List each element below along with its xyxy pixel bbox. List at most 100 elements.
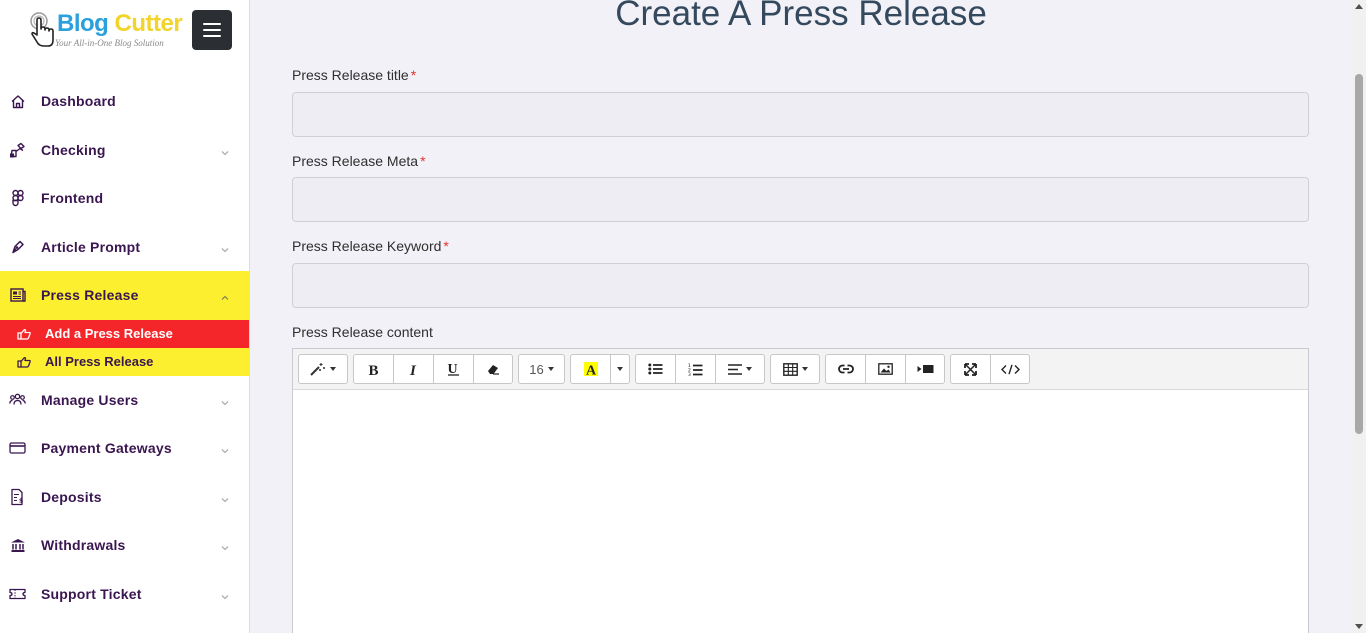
sidebar-subitem-all-press-release[interactable]: All Press Release [0,348,249,376]
sidebar-item-deposits[interactable]: $ Deposits [0,473,249,522]
users-icon [9,391,26,408]
video-icon [917,365,933,373]
sidebar-item-manage-users[interactable]: Manage Users [0,376,249,425]
press-release-keyword-input[interactable] [292,263,1309,308]
sidebar-item-label: Payment Gateways [41,440,172,457]
ticket-icon [9,585,26,602]
sidebar-item-dashboard[interactable]: Dashboard [0,77,249,126]
text-color-dropdown[interactable] [610,354,630,384]
brand-logo[interactable]: Blog Cutter Your All-in-One Blog Solutio… [28,9,188,53]
scroll-up-arrow-icon[interactable] [1355,4,1363,9]
fullscreen-button[interactable] [950,354,991,384]
hamburger-bar [203,23,221,25]
clear-format-button[interactable] [473,354,513,384]
logo-area: Blog Cutter Your All-in-One Blog Solutio… [0,0,249,66]
font-size-dropdown[interactable]: 16 [518,354,565,384]
italic-icon: I [409,363,417,376]
rich-text-editor: B I U 16 A 1 2 3 [292,348,1309,633]
sidebar-subitem-add-press-release[interactable]: Add a Press Release [0,319,249,348]
sidebar-item-label: Article Prompt [41,238,141,255]
keyword-field-label: Press Release Keyword * [292,238,449,254]
svg-text:$: $ [19,497,23,504]
required-mark: * [410,67,417,83]
bold-button[interactable]: B [353,354,394,384]
sidebar-item-withdrawals[interactable]: Withdrawals [0,521,249,570]
svg-text:I: I [409,363,417,376]
ordered-list-button[interactable]: 123 [675,354,716,384]
home-icon [9,93,26,110]
sidebar-item-label: Press Release [41,287,139,304]
hamburger-menu-button[interactable] [192,10,232,50]
caret-icon [801,367,808,371]
sidebar-item-label: Withdrawals [41,537,126,554]
magic-wand-icon [310,363,325,376]
expand-icon [964,362,977,376]
font-color-icon: A [583,362,598,378]
press-release-meta-input[interactable] [292,177,1309,222]
insert-link-button[interactable] [825,354,866,384]
chevron-down-icon [221,594,229,600]
chevron-down-icon [221,150,229,156]
insert-video-button[interactable] [905,354,945,384]
figma-icon [9,190,26,207]
sidebar-item-press-release[interactable]: Press Release [0,271,249,320]
scroll-down-arrow-icon[interactable] [1355,624,1363,629]
caret-icon [746,367,752,371]
link-icon [837,364,854,374]
sidebar-item-label: Deposits [41,488,102,505]
underline-button[interactable]: U [433,354,474,384]
pointing-hand-icon [17,356,31,368]
sidebar-item-label: Manage Users [41,391,139,408]
sidebar-item-frontend[interactable]: Frontend [0,174,249,223]
sidebar-item-support-ticket[interactable]: Support Ticket [0,570,249,619]
font-size-value: 16 [529,361,544,377]
style-dropdown-button[interactable] [298,354,348,384]
svg-text:A: A [586,364,597,378]
title-field-label: Press Release title * [292,67,417,83]
bullet-list-icon [648,363,663,375]
table-icon [782,362,798,376]
align-left-icon [728,363,742,375]
chevron-down-icon [221,497,229,503]
caret-icon [617,367,623,371]
italic-button[interactable]: I [393,354,434,384]
brand-tagline: Your All-in-One Blog Solution [55,38,164,48]
hamburger-bar [203,29,221,31]
text-color-button[interactable]: A [570,354,611,384]
numbered-list-icon: 123 [688,363,703,376]
editor-content-area[interactable] [293,390,1308,633]
page-title: Create A Press Release [615,0,987,33]
table-dropdown-button[interactable] [770,354,820,384]
chevron-down-icon [221,247,229,253]
sidebar: Blog Cutter Your All-in-One Blog Solutio… [0,0,250,633]
svg-text:U: U [448,362,458,376]
content-field-label: Press Release content [292,324,433,340]
invoice-icon: $ [9,488,26,505]
credit-card-icon [9,440,26,457]
drag-hand-icon [9,141,26,158]
paragraph-align-dropdown[interactable] [715,354,765,384]
sidebar-item-label: Frontend [41,190,104,207]
sidebar-item-article-prompt[interactable]: Article Prompt [0,223,249,272]
sidebar-nav: Dashboard Checking Frontend Article Prom… [0,77,249,618]
page-scrollbar[interactable] [1352,0,1366,633]
unordered-list-button[interactable] [635,354,676,384]
hamburger-bar [203,35,221,37]
sidebar-item-label: Dashboard [41,93,116,110]
caret-icon [330,367,336,371]
sidebar-item-payment-gateways[interactable]: Payment Gateways [0,424,249,473]
insert-image-button[interactable] [865,354,906,384]
svg-text:B: B [368,363,378,376]
pointing-hand-icon [17,328,31,340]
code-icon [1000,364,1020,374]
chevron-down-icon [221,546,229,551]
code-view-button[interactable] [990,354,1030,384]
chevron-up-icon [221,295,229,301]
sidebar-item-checking[interactable]: Checking [0,126,249,175]
scroll-thumb[interactable] [1355,74,1363,434]
bank-icon [9,537,26,554]
sidebar-subitem-label: Add a Press Release [45,326,173,341]
underline-icon: U [448,362,459,376]
press-release-title-input[interactable] [292,92,1309,137]
sidebar-item-label: Support Ticket [41,585,142,602]
